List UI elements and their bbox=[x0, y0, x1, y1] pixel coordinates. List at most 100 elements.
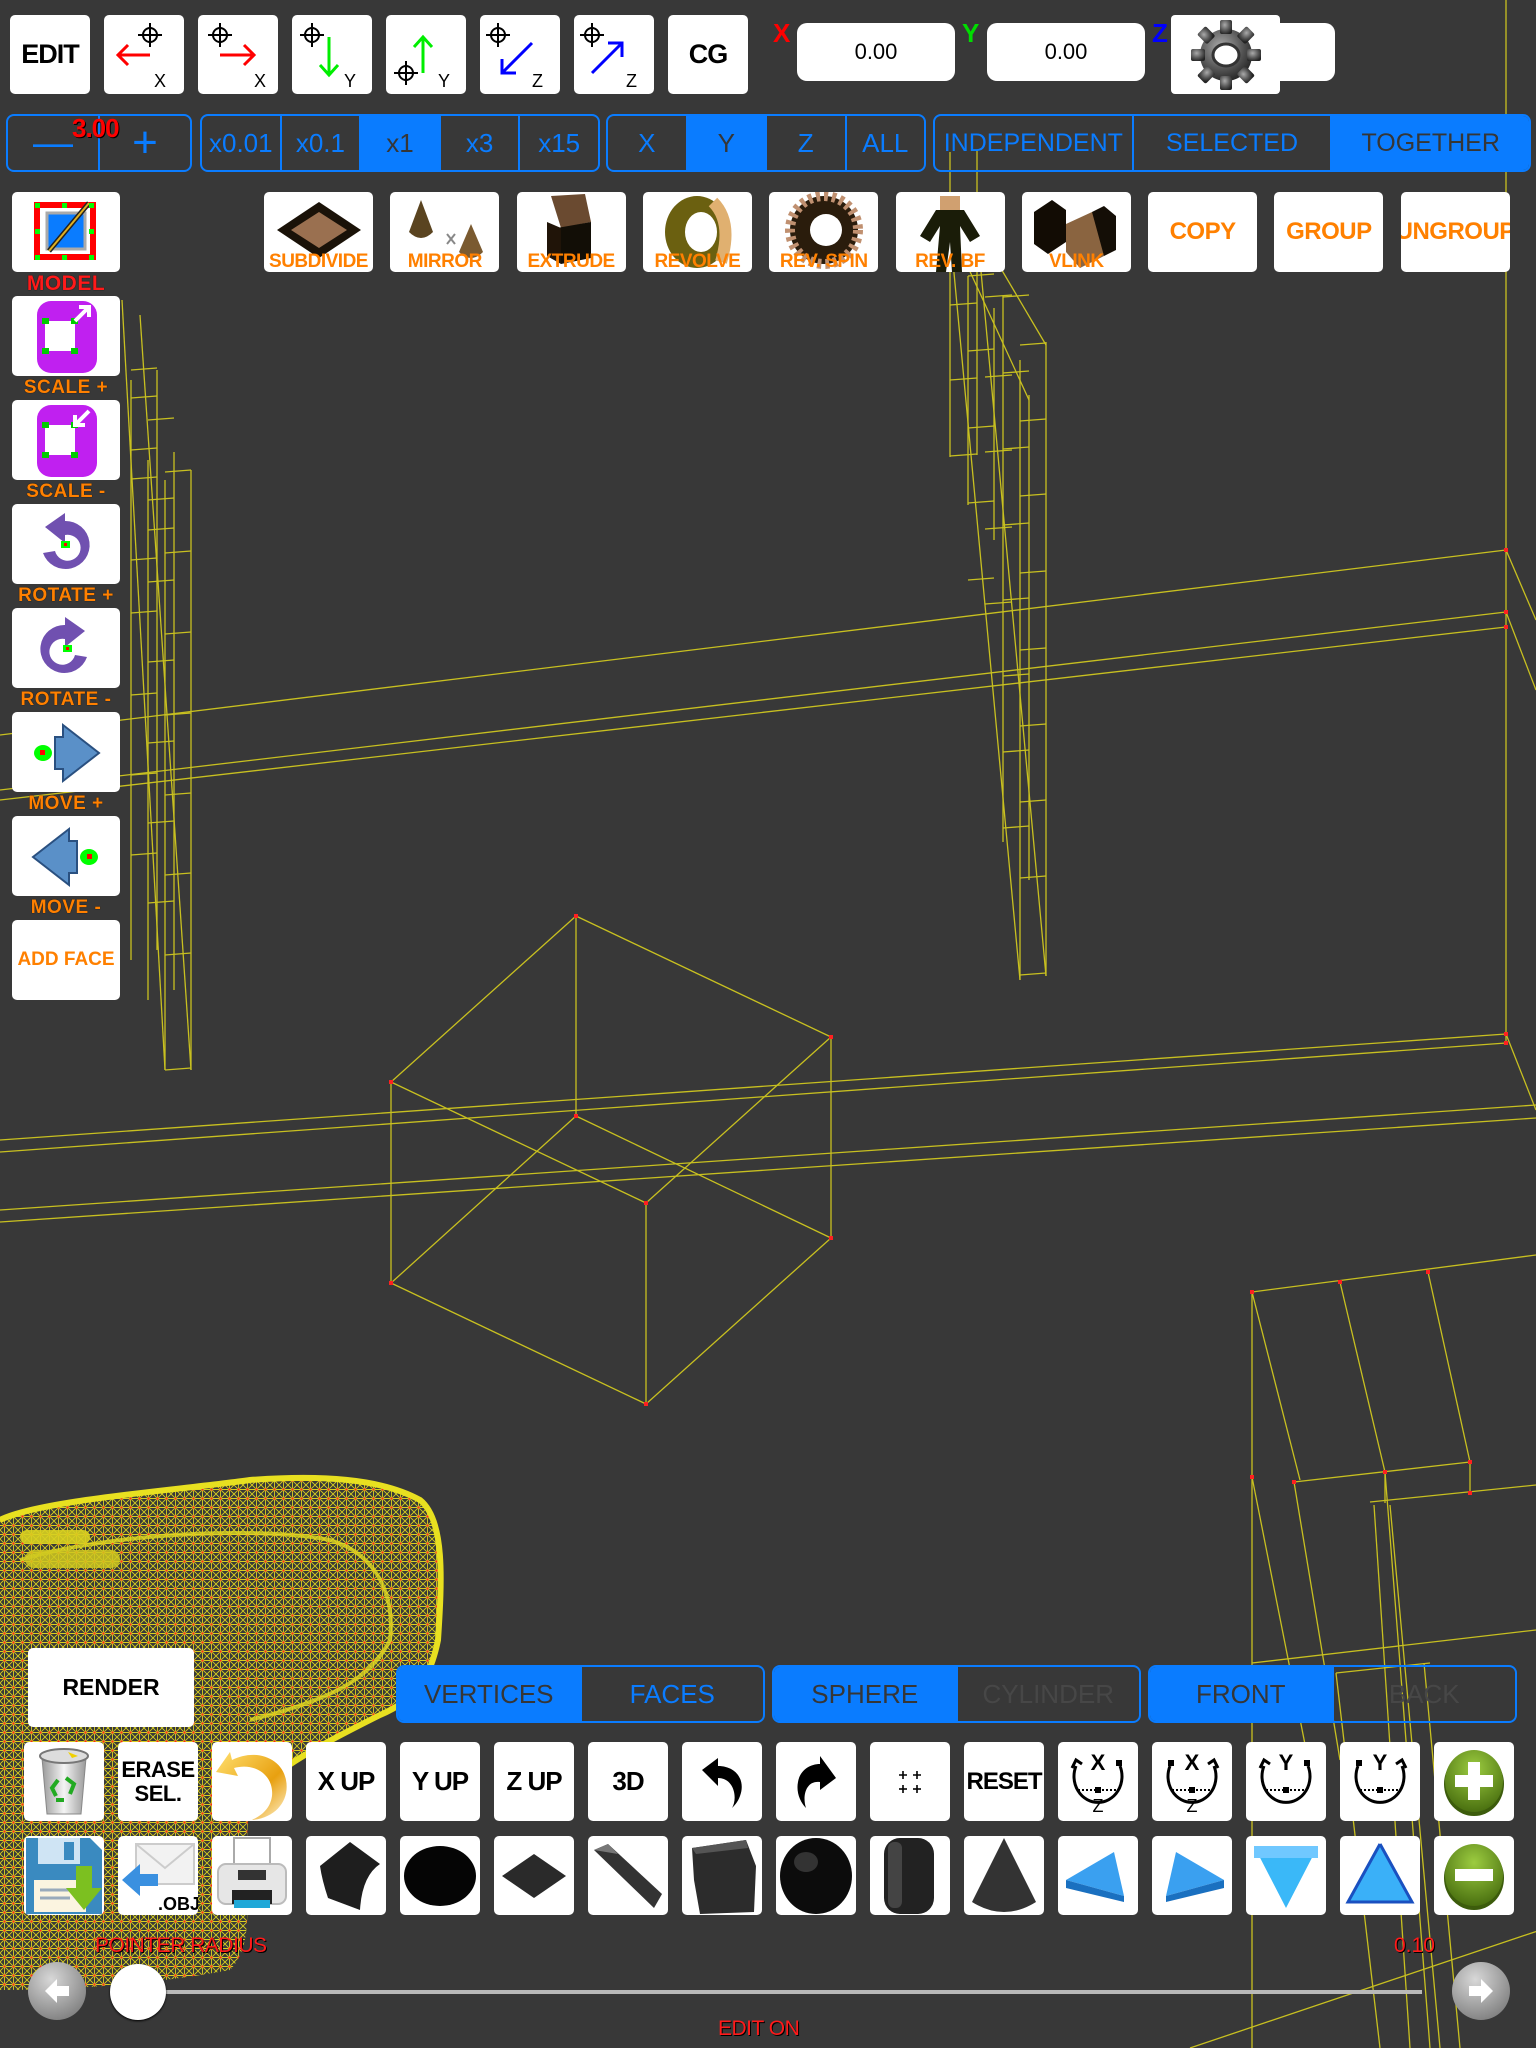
segment-option-x[interactable]: X bbox=[608, 116, 686, 170]
segment-option-z[interactable]: Z bbox=[765, 116, 845, 170]
reset-button[interactable]: RESET bbox=[964, 1742, 1044, 1821]
3d-viewport[interactable] bbox=[0, 0, 1536, 2048]
add-plane-button[interactable] bbox=[306, 1836, 386, 1915]
rotate-view-left-icon bbox=[702, 1757, 742, 1808]
save-button[interactable] bbox=[24, 1836, 104, 1915]
x-coord-field[interactable] bbox=[797, 23, 955, 81]
rotate-view-left-button[interactable] bbox=[682, 1742, 762, 1821]
3d-view-button[interactable]: 3D bbox=[588, 1742, 668, 1821]
x-up-button[interactable]: X UP bbox=[306, 1742, 386, 1821]
z-up-button[interactable]: Z UP bbox=[494, 1742, 574, 1821]
sidebar-move-button[interactable] bbox=[12, 712, 120, 792]
slider-decrease-button[interactable] bbox=[28, 1962, 86, 2020]
nav-arrow-left-button[interactable] bbox=[1058, 1836, 1138, 1915]
render-button[interactable]: RENDER bbox=[28, 1648, 194, 1727]
add-sphere-button[interactable] bbox=[776, 1836, 856, 1915]
orbit-y-cw-button[interactable]: Y bbox=[1340, 1742, 1420, 1821]
segment-option-x0-01[interactable]: x0.01 bbox=[202, 116, 280, 170]
print-button[interactable] bbox=[212, 1836, 292, 1915]
slider-thumb[interactable] bbox=[110, 1964, 166, 2020]
add-strip-button[interactable] bbox=[588, 1836, 668, 1915]
svg-text:X: X bbox=[1091, 1750, 1106, 1775]
orbit-y-ccw-button[interactable]: Y bbox=[1246, 1742, 1326, 1821]
axis-segmented-control: X Y Z ALL bbox=[606, 114, 926, 172]
segment-option-x15[interactable]: x15 bbox=[518, 116, 598, 170]
sidebar-scale-button[interactable] bbox=[12, 296, 120, 376]
pointer-radius-slider[interactable] bbox=[110, 1962, 1422, 2022]
orbit-x-z-ccw-button[interactable]: X Z bbox=[1058, 1742, 1138, 1821]
rotate-ccw-icon bbox=[43, 513, 90, 569]
add-disc-button[interactable] bbox=[400, 1836, 480, 1915]
orbit-icon: X Z bbox=[1166, 1750, 1220, 1816]
move-pointer-positive-z-button[interactable]: Z bbox=[574, 15, 654, 94]
erase-selection-button[interactable]: ERASE SEL. bbox=[118, 1742, 198, 1821]
sidebar-move-button[interactable] bbox=[12, 816, 120, 896]
tool-group-button[interactable]: GROUP bbox=[1274, 192, 1384, 272]
zoom-out-button[interactable] bbox=[1434, 1836, 1514, 1915]
segment-option-y[interactable]: Y bbox=[685, 116, 765, 170]
rotate-view-right-button[interactable] bbox=[776, 1742, 856, 1821]
y-coord-label: Y bbox=[962, 18, 980, 48]
tool-label: SUBDIVIDE bbox=[269, 251, 368, 272]
tool-vlink-button[interactable]: VLINK bbox=[1021, 192, 1131, 272]
nav-arrow-right-button[interactable] bbox=[1152, 1836, 1232, 1915]
undo-button[interactable] bbox=[212, 1742, 292, 1821]
segment-option-sphere[interactable]: SPHERE bbox=[774, 1667, 956, 1721]
svg-text:Z: Z bbox=[1187, 1796, 1198, 1816]
add-cylinder-button[interactable] bbox=[870, 1836, 950, 1915]
rotate-view-right-icon bbox=[797, 1755, 836, 1808]
tool-label: COPY bbox=[1169, 218, 1237, 245]
settings-button[interactable] bbox=[1171, 15, 1280, 94]
move-pointer-negative-z-icon: Z bbox=[486, 23, 543, 91]
add-cone-button[interactable] bbox=[964, 1836, 1044, 1915]
nav-arrow-up-button[interactable] bbox=[1340, 1836, 1420, 1915]
segment-option-all[interactable]: ALL bbox=[844, 116, 925, 170]
segment-option-selected[interactable]: SELECTED bbox=[1131, 116, 1331, 170]
orbit-x-z-cw-button[interactable]: X Z bbox=[1152, 1742, 1232, 1821]
tool-copy-button[interactable]: COPY bbox=[1148, 192, 1258, 272]
move-pointer-positive-y-button[interactable]: Y bbox=[386, 15, 466, 94]
move-backward-icon bbox=[31, 826, 98, 888]
move-pointer-negative-x-button[interactable]: X bbox=[104, 15, 184, 94]
add-diamond-button[interactable] bbox=[494, 1836, 574, 1915]
add-face-button[interactable]: ADD FACE bbox=[12, 920, 120, 1000]
sidebar-rotate-button[interactable] bbox=[12, 608, 120, 688]
sidebar-scale-button[interactable] bbox=[12, 400, 120, 480]
tool-subdivide-button[interactable]: SUBDIVIDE bbox=[264, 192, 373, 272]
add-cube-button[interactable] bbox=[682, 1836, 762, 1915]
move-pointer-negative-y-button[interactable]: Y bbox=[292, 15, 372, 94]
tool-ungroup-button[interactable]: UNGROUP bbox=[1400, 192, 1510, 272]
sidebar-label: ROTATE + bbox=[18, 585, 114, 606]
segment-option-x3[interactable]: x3 bbox=[438, 116, 519, 170]
sidebar-model-button[interactable] bbox=[12, 192, 120, 272]
zoom-in-button[interactable] bbox=[1434, 1742, 1514, 1821]
tool-rev-spin-button[interactable]: REV. SPIN bbox=[769, 192, 879, 272]
move-pointer-positive-x-button[interactable]: X bbox=[198, 15, 278, 94]
edit-button[interactable]: EDIT bbox=[10, 15, 90, 94]
segment-option-back[interactable]: BACK bbox=[1331, 1667, 1516, 1721]
tool-mirror-button[interactable]: MIRROR bbox=[390, 192, 500, 272]
segment-option-x0-1[interactable]: x0.1 bbox=[279, 116, 360, 170]
slider-increase-button[interactable] bbox=[1452, 1962, 1510, 2020]
scale-up-icon bbox=[37, 301, 97, 373]
move-pointer-negative-z-button[interactable]: Z bbox=[480, 15, 560, 94]
tool-rev-bf-button[interactable]: REV. BF bbox=[895, 192, 1005, 272]
segment-option-vertices[interactable]: VERTICES bbox=[398, 1667, 580, 1721]
nav-arrow-down-button[interactable] bbox=[1246, 1836, 1326, 1915]
segment-option-front[interactable]: FRONT bbox=[1150, 1667, 1332, 1721]
segment-option-x1[interactable]: x1 bbox=[359, 116, 439, 170]
segment-option-independent[interactable]: INDEPENDENT bbox=[935, 116, 1132, 170]
sidebar-rotate-button[interactable] bbox=[12, 504, 120, 584]
segment-option-cylinder[interactable]: CYLINDER bbox=[955, 1667, 1140, 1721]
export-obj-button[interactable]: .OBJ bbox=[118, 1836, 198, 1915]
tool-extrude-button[interactable]: EXTRUDE bbox=[516, 192, 626, 272]
sidebar-label: MOVE - bbox=[30, 897, 102, 918]
grid-snap-button[interactable] bbox=[870, 1742, 950, 1821]
delete-all-button[interactable] bbox=[24, 1742, 104, 1821]
segment-option-together[interactable]: TOGETHER bbox=[1330, 116, 1529, 170]
segment-option-faces[interactable]: FACES bbox=[579, 1667, 764, 1721]
y-up-button[interactable]: Y UP bbox=[400, 1742, 480, 1821]
tool-revolve-button[interactable]: REVOLVE bbox=[642, 192, 752, 272]
cg-button[interactable]: CG bbox=[668, 15, 748, 94]
y-coord-field[interactable] bbox=[987, 23, 1145, 81]
